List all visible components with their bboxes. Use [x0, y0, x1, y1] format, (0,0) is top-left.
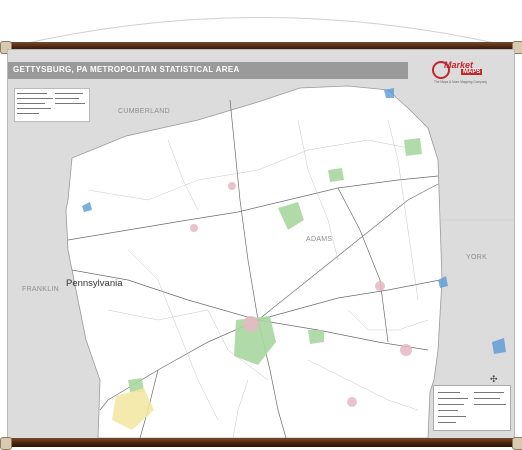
town-area — [347, 397, 357, 407]
town-area — [375, 281, 385, 291]
logo-sub: MAPS — [461, 69, 483, 75]
town-area — [400, 344, 412, 356]
adams-county-area — [65, 85, 443, 438]
bottom-hanging-rod — [2, 438, 520, 447]
county-label-adams: ADAMS — [306, 236, 333, 243]
scale-legend-box — [433, 385, 511, 431]
county-label-cumberland: CUMBERLAND — [118, 108, 171, 115]
north-arrow-icon: ✣ — [490, 374, 498, 384]
park-area — [328, 168, 344, 182]
rod-end-cap — [512, 437, 522, 450]
logo-tagline: The Maps & More Mapping Company — [434, 80, 487, 84]
map-legend — [14, 88, 90, 122]
county-label-york: YORK — [466, 254, 488, 261]
town-area — [190, 224, 198, 232]
water-body — [492, 338, 506, 354]
county-label-franklin: FRANKLIN — [22, 286, 60, 293]
park-area — [404, 138, 422, 156]
state-label: Pennsylvania — [66, 278, 123, 289]
town-area — [228, 182, 236, 190]
town-area — [243, 316, 259, 332]
rod-end-cap — [0, 437, 12, 450]
market-maps-logo: Market MAPS The Maps & More Mapping Comp… — [432, 60, 502, 89]
title-bar: GETTYSBURG, PA METROPOLITAN STATISTICAL … — [8, 62, 408, 79]
park-area — [308, 330, 324, 344]
map-title: GETTYSBURG, PA METROPOLITAN STATISTICAL … — [13, 65, 240, 74]
